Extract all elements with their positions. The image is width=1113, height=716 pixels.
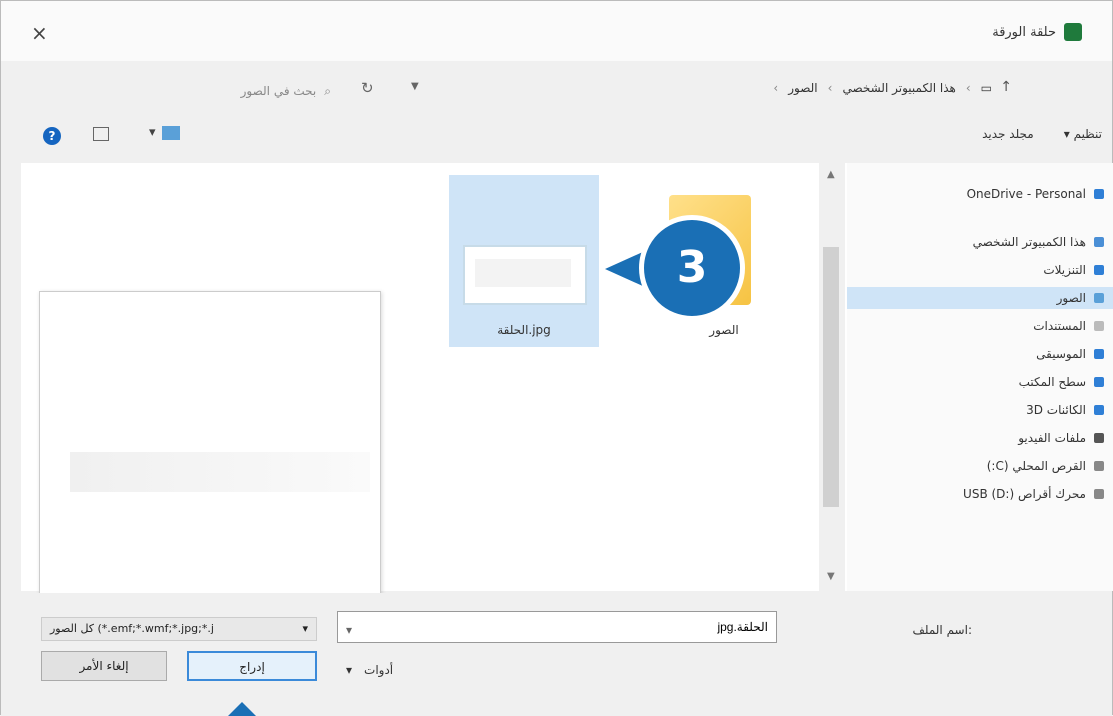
- step-number: 3: [639, 215, 745, 321]
- nav-item-label: محرك أقراص USB (D:): [963, 487, 1086, 501]
- breadcrumb-separator-icon: ›: [965, 81, 971, 95]
- navigation-pane: OneDrive - Personal هذا الكمبيوتر الشخصي…: [847, 163, 1113, 591]
- view-menu-button[interactable]: ▾: [149, 125, 180, 140]
- nav-item-documents[interactable]: المستندات: [1033, 315, 1104, 337]
- usb-drive-icon: [1094, 489, 1104, 499]
- nav-item-3d-objects[interactable]: الكائنات 3D: [1026, 399, 1104, 421]
- app-logo-icon: [1064, 23, 1082, 41]
- step-callout: 3: [605, 215, 747, 323]
- nav-item-usb-drive[interactable]: محرك أقراص USB (D:): [963, 483, 1104, 505]
- insert-button[interactable]: إدراج: [187, 651, 317, 681]
- nav-item-label: التنزيلات: [1043, 263, 1086, 277]
- nav-item-label: الموسيقى: [1036, 347, 1086, 361]
- nav-item-music[interactable]: الموسيقى: [1036, 343, 1104, 365]
- nav-item-label: هذا الكمبيوتر الشخصي: [972, 235, 1086, 249]
- organize-label: تنظيم: [1073, 127, 1102, 141]
- bottom-bar: اسم الملف: ▾ كل الصور (*.emf;*.wmf;*.jpg…: [1, 593, 1112, 716]
- breadcrumb-item[interactable]: هذا الكمبيوتر الشخصي: [842, 81, 955, 95]
- scroll-down-icon[interactable]: ▼: [827, 571, 835, 582]
- window-title: حلقة الورقة: [992, 23, 1082, 41]
- chevron-down-icon[interactable]: ▾: [346, 623, 352, 637]
- new-folder-button[interactable]: مجلد جديد: [982, 127, 1034, 141]
- tools-label: أدوات: [364, 663, 394, 677]
- thumbnail-content: [475, 259, 571, 287]
- search-input[interactable]: بحث في الصور ⌕: [141, 79, 331, 103]
- music-icon: [1094, 349, 1104, 359]
- nav-item-videos[interactable]: ملفات الفيديو: [1018, 427, 1104, 449]
- window-title-text: حلقة الورقة: [992, 24, 1056, 40]
- filetype-value: كل الصور (*.emf;*.wmf;*.jpg;*.j: [50, 622, 214, 635]
- file-thumbnail: [463, 245, 587, 305]
- cancel-button[interactable]: إلغاء الأمر: [41, 651, 167, 681]
- nav-item-pictures[interactable]: الصور: [847, 287, 1113, 309]
- nav-item-downloads[interactable]: التنزيلات: [1043, 259, 1104, 281]
- insert-picture-dialog: × حلقة الورقة بحث في الصور ⌕ ↻ ▼ ▭ › هذا…: [0, 0, 1113, 716]
- refresh-icon[interactable]: ↻: [361, 79, 374, 97]
- toolbar-actions: تنظيم ▾ مجلد جديد: [982, 127, 1102, 141]
- organize-button[interactable]: تنظيم ▾: [1064, 127, 1102, 141]
- nav-item-local-disk[interactable]: القرص المحلي (C:): [987, 455, 1104, 477]
- folder-label: الصور: [709, 323, 739, 337]
- chevron-down-icon: ▾: [346, 663, 353, 677]
- scrollbar-thumb[interactable]: [823, 247, 839, 507]
- title-bar: × حلقة الورقة: [1, 1, 1112, 61]
- file-label: الحلقة.jpg: [497, 323, 551, 337]
- nav-item-this-pc[interactable]: هذا الكمبيوتر الشخصي: [973, 231, 1104, 253]
- nav-item-label: الصور: [1056, 291, 1086, 305]
- preview-pane-icon[interactable]: [93, 127, 109, 141]
- nav-item-label: القرص المحلي (C:): [986, 459, 1086, 473]
- help-icon[interactable]: ?: [43, 127, 61, 145]
- chevron-down-icon[interactable]: ▼: [411, 81, 419, 92]
- nav-item-label: المستندات: [1033, 319, 1086, 333]
- drive-icon: [1094, 461, 1104, 471]
- vertical-scrollbar[interactable]: ▲ ▼: [819, 163, 845, 591]
- nav-item-label: OneDrive - Personal: [966, 187, 1086, 201]
- nav-item-onedrive[interactable]: OneDrive - Personal: [967, 183, 1104, 205]
- nav-item-label: الكائنات 3D: [1026, 403, 1086, 417]
- pc-icon: ▭: [980, 81, 992, 95]
- close-icon[interactable]: ×: [31, 21, 48, 45]
- address-row: بحث في الصور ⌕ ↻ ▼ ▭ › هذا الكمبيوتر الش…: [1, 63, 1112, 113]
- breadcrumb[interactable]: ▭ › هذا الكمبيوتر الشخصي › الصور ›: [773, 81, 992, 95]
- breadcrumb-separator-icon: ›: [827, 81, 833, 95]
- preview-pane: [39, 291, 381, 603]
- toolbar: ? ▾ تنظيم ▾ مجلد جديد: [1, 113, 1112, 161]
- nav-item-label: سطح المكتب: [1018, 375, 1086, 389]
- download-icon: [1094, 265, 1104, 275]
- file-item[interactable]: الحلقة.jpg: [449, 175, 599, 347]
- view-icon: [161, 125, 180, 140]
- tools-menu[interactable]: أدوات ▾: [346, 663, 393, 677]
- breadcrumb-separator-icon: ›: [773, 81, 779, 95]
- up-arrow-icon[interactable]: ↑: [1000, 79, 1012, 95]
- breadcrumb-item[interactable]: الصور: [788, 81, 817, 95]
- video-icon: [1094, 433, 1104, 443]
- desktop-icon: [1094, 377, 1104, 387]
- pictures-icon: [1094, 293, 1104, 303]
- nav-item-label: ملفات الفيديو: [1018, 431, 1086, 445]
- nav-item-desktop[interactable]: سطح المكتب: [1019, 371, 1104, 393]
- callout-pointer: [228, 702, 256, 716]
- cloud-icon: [1094, 189, 1104, 199]
- filename-field[interactable]: [337, 611, 777, 643]
- objects-3d-icon: [1094, 405, 1104, 415]
- chevron-down-icon: ▾: [302, 622, 308, 635]
- search-placeholder: بحث في الصور: [240, 84, 317, 98]
- filename-label: اسم الملف:: [912, 623, 972, 637]
- chevron-down-icon: ▾: [149, 125, 156, 140]
- documents-icon: [1094, 321, 1104, 331]
- preview-image: [70, 452, 370, 492]
- scroll-up-icon[interactable]: ▲: [827, 169, 835, 180]
- filetype-select[interactable]: كل الصور (*.emf;*.wmf;*.jpg;*.j ▾: [41, 617, 317, 641]
- computer-icon: [1094, 237, 1104, 247]
- search-icon: ⌕: [324, 83, 331, 98]
